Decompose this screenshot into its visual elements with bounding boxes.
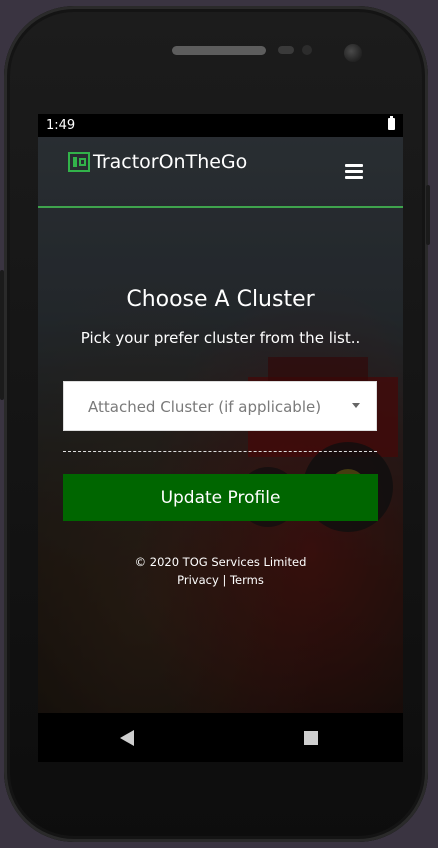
privacy-link[interactable]: Privacy (177, 573, 219, 587)
footer-separator: | (222, 573, 227, 587)
front-camera-icon (344, 44, 362, 62)
update-profile-button[interactable]: Update Profile (63, 474, 378, 521)
status-bar: 1:49 (38, 114, 403, 137)
page-subtitle: Pick your prefer cluster from the list.. (80, 329, 361, 347)
cluster-select[interactable]: Attached Cluster (if applicable) (63, 381, 377, 431)
page-title: Choose A Cluster (126, 287, 315, 312)
dashed-divider (63, 451, 377, 452)
light-sensor (302, 45, 312, 55)
status-time: 1:49 (46, 118, 76, 133)
power-button (0, 270, 4, 400)
copyright-text: © 2020 TOG Services Limited (134, 555, 307, 569)
main-content: Choose A Cluster Pick your prefer cluste… (38, 137, 403, 713)
phone-frame: 1:49 TractorOnTheGo Choose A Cluster Pic… (4, 6, 428, 842)
recents-icon[interactable] (304, 731, 318, 745)
cluster-select-value: Attached Cluster (if applicable) (88, 398, 322, 416)
android-nav-bar (38, 713, 403, 762)
app-content: TractorOnTheGo Choose A Cluster Pick you… (38, 137, 403, 713)
footer: © 2020 TOG Services Limited Privacy | Te… (38, 553, 403, 589)
terms-link[interactable]: Terms (230, 573, 264, 587)
back-icon[interactable] (120, 730, 134, 746)
volume-button (426, 185, 430, 245)
earpiece-speaker (172, 46, 266, 55)
battery-icon (388, 116, 395, 130)
proximity-sensor (278, 46, 294, 54)
phone-screen: 1:49 TractorOnTheGo Choose A Cluster Pic… (38, 114, 403, 762)
chevron-down-icon (352, 403, 360, 408)
